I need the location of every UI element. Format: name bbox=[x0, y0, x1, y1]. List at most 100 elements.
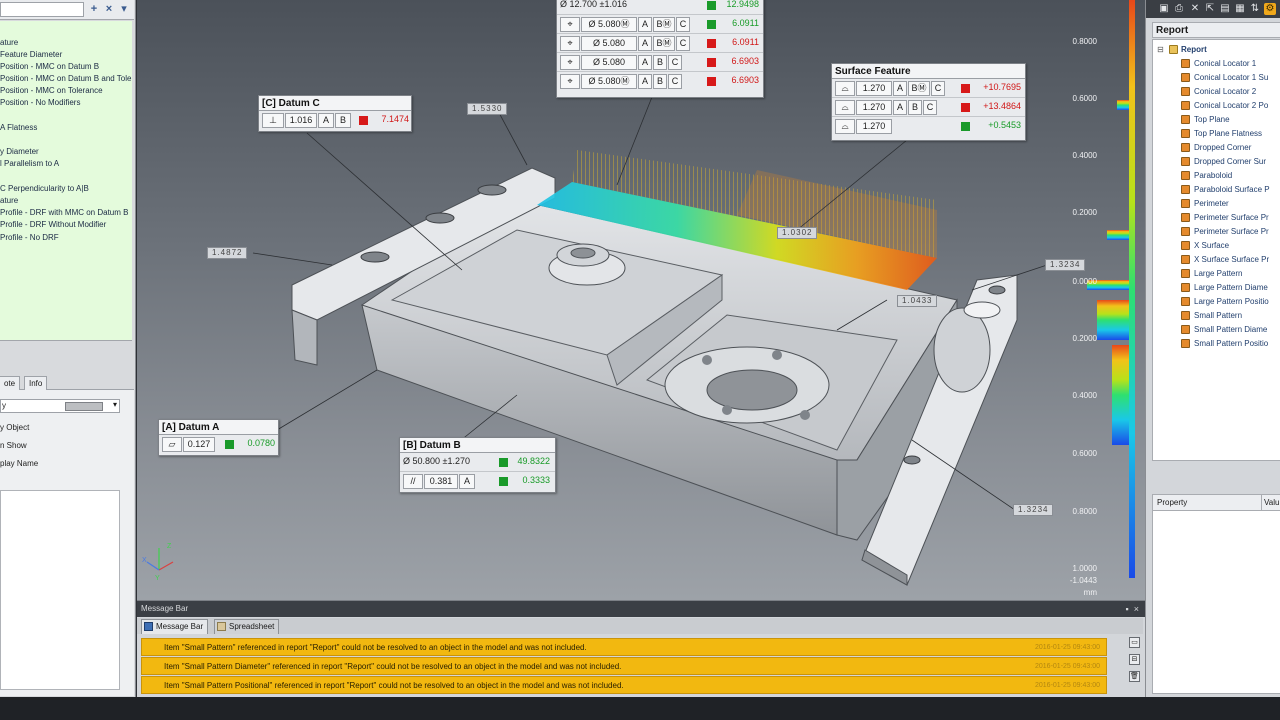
measured-value: 49.8322 bbox=[517, 456, 550, 466]
add-icon[interactable]: + bbox=[88, 3, 100, 16]
document-icon[interactable]: ▤ bbox=[1219, 3, 1231, 15]
list-item[interactable]: ature bbox=[0, 37, 18, 48]
list-item[interactable]: Position - No Modifiers bbox=[0, 97, 80, 108]
prop-label: y bbox=[2, 401, 6, 410]
deviation-tag[interactable]: 1.0302 bbox=[777, 227, 818, 239]
list-item[interactable]: C Perpendicularity to A|B bbox=[0, 183, 89, 194]
tree-root-label: Report bbox=[1181, 45, 1207, 54]
measured-value: +13.4864 bbox=[983, 101, 1021, 111]
datum-ref-cell: C bbox=[668, 74, 682, 89]
message-bar-title: Message Bar bbox=[141, 604, 189, 613]
tab-note[interactable]: ote bbox=[0, 376, 21, 390]
tolerance-cell: 1.270 bbox=[856, 81, 892, 96]
chevron-down-icon[interactable]: ▾ bbox=[118, 3, 130, 16]
folder-icon bbox=[1169, 45, 1178, 54]
list-item[interactable]: l Parallelism to A bbox=[0, 158, 59, 169]
axis-z-label: Z bbox=[167, 543, 172, 550]
deviation-tag[interactable]: 1.4872 bbox=[207, 247, 248, 259]
datum-c-callout[interactable]: [C] Datum C ⊥ 1.016 A B 7.1474 bbox=[258, 95, 412, 132]
datum-ref-cell: C bbox=[676, 17, 690, 32]
position-callout[interactable]: Ø 12.700 ±1.016 12.9498 ⌖ Ø 5.080Ⓜ A BⓂ … bbox=[556, 0, 764, 98]
warning-message[interactable]: Item "Small Pattern Positional" referenc… bbox=[141, 676, 1107, 694]
deviation-tag[interactable]: 1.0433 bbox=[897, 295, 938, 307]
note-area[interactable] bbox=[0, 490, 120, 690]
save-icon[interactable]: ▣ bbox=[1158, 3, 1170, 15]
message-bar: Message Bar ▪ × Message Bar Spreadsheet … bbox=[137, 600, 1145, 697]
scale-label: 0.2000 bbox=[1072, 208, 1097, 217]
color-select[interactable]: y ▾ bbox=[0, 399, 120, 413]
tolerance-cell: Ø 5.080 bbox=[581, 55, 637, 70]
tab-message-bar[interactable]: Message Bar bbox=[141, 619, 209, 634]
list-item[interactable]: A Flatness bbox=[0, 122, 37, 133]
sort-icon[interactable]: ⇅ bbox=[1249, 3, 1261, 15]
deviation-tag[interactable]: 1.3234 bbox=[1045, 259, 1086, 271]
datum-ref-cell: B bbox=[908, 100, 922, 115]
panel-title: Report bbox=[1152, 22, 1280, 38]
prop-label: play Name bbox=[0, 459, 39, 468]
feature-icon bbox=[1181, 185, 1190, 194]
flatness-symbol: ⏥ bbox=[162, 437, 182, 452]
close-icon[interactable]: × bbox=[1134, 604, 1139, 614]
list-item[interactable]: Profile - DRF Without Modifier bbox=[0, 219, 106, 230]
tolerance-cell: 1.270 bbox=[856, 119, 892, 134]
scale-label: 1.0000 bbox=[1072, 564, 1097, 573]
list-item[interactable]: ature bbox=[0, 195, 18, 206]
status-fail-indicator bbox=[961, 84, 970, 93]
message-tab-strip: Message Bar Spreadsheet bbox=[137, 618, 1143, 634]
measured-value: 6.6903 bbox=[731, 75, 759, 85]
report-toolbar: ▣ ⎙ ✕ ⇱ ▤ ▦ ⇅ ⚙ bbox=[1146, 0, 1280, 18]
list-item[interactable]: Position - MMC on Tolerance bbox=[0, 85, 103, 96]
deviation-tag[interactable]: 1.5330 bbox=[467, 103, 508, 115]
axis-y-label: Y bbox=[155, 575, 160, 582]
list-item[interactable]: Position - MMC on Datum B and Tole bbox=[0, 73, 131, 84]
warning-message[interactable]: Item "Small Pattern Diameter" referenced… bbox=[141, 657, 1107, 675]
measured-value: 6.6903 bbox=[731, 56, 759, 66]
warning-message[interactable]: Item "Small Pattern" referenced in repor… bbox=[141, 638, 1107, 656]
datum-ref-cell: BⓂ bbox=[653, 17, 675, 32]
feature-filter-input[interactable] bbox=[0, 2, 84, 17]
list-item[interactable]: Feature Diameter bbox=[0, 49, 62, 60]
tree-item-label: Dropped Corner bbox=[1194, 143, 1252, 152]
datum-ref-cell: B bbox=[653, 74, 667, 89]
tree-item-label: Perimeter bbox=[1194, 199, 1229, 208]
feature-icon bbox=[1181, 241, 1190, 250]
tab-spreadsheet[interactable]: Spreadsheet bbox=[214, 619, 280, 634]
pin-icon[interactable]: ▪ bbox=[1126, 604, 1129, 614]
deviation-tag[interactable]: 1.3234 bbox=[1013, 504, 1054, 516]
datum-a-callout[interactable]: [A] Datum A ⏥ 0.127 0.0780 bbox=[158, 419, 279, 456]
close-icon[interactable]: ✕ bbox=[1189, 3, 1201, 15]
3d-viewport[interactable]: Z X Y 1.5330 1.4872 1.0302 1.0433 1.3234… bbox=[137, 0, 1145, 600]
image-icon[interactable]: ▦ bbox=[1234, 3, 1246, 15]
feature-icon bbox=[1181, 325, 1190, 334]
feature-icon bbox=[1181, 283, 1190, 292]
tree-item-label: Conical Locator 2 Po bbox=[1194, 101, 1269, 110]
feature-icon bbox=[1181, 199, 1190, 208]
list-item[interactable]: y Diameter bbox=[0, 146, 39, 157]
chevron-down-icon[interactable]: ▾ bbox=[113, 400, 117, 409]
left-tab-strip: ote Info bbox=[0, 374, 134, 390]
surface-feature-callout[interactable]: Surface Feature ⌓ 1.270 A BⓂ C +10.7695 … bbox=[831, 63, 1026, 141]
datum-ref-cell: A bbox=[638, 36, 652, 51]
datum-b-callout[interactable]: [B] Datum B Ø 50.800 ±1.270 49.8322 // 0… bbox=[399, 437, 556, 493]
settings-icon[interactable]: ⚙ bbox=[1264, 3, 1276, 15]
tab-info[interactable]: Info bbox=[24, 376, 48, 390]
tree-item-label: Top Plane bbox=[1194, 115, 1230, 124]
export-icon[interactable]: ⇱ bbox=[1204, 3, 1216, 15]
position-symbol: ⌖ bbox=[560, 74, 580, 89]
list-item[interactable]: Profile - No DRF bbox=[0, 232, 59, 243]
copy-icon[interactable]: ▭ bbox=[1129, 637, 1140, 648]
clear-icon[interactable]: ⊟ bbox=[1129, 654, 1140, 665]
property-grid: Property Valu bbox=[1152, 494, 1280, 694]
datum-ref-cell: A bbox=[318, 113, 334, 128]
print-icon[interactable]: ⎙ bbox=[1173, 3, 1185, 15]
collapse-icon[interactable]: ⊟ bbox=[1157, 43, 1164, 56]
status-fail-indicator bbox=[707, 39, 716, 48]
close-icon[interactable]: × bbox=[103, 3, 115, 16]
report-panel: ▣ ⎙ ✕ ⇱ ▤ ▦ ⇅ ⚙ Report ⊟ Report Conical … bbox=[1145, 0, 1280, 697]
feature-icon bbox=[1181, 59, 1190, 68]
delete-icon[interactable]: 🗑 bbox=[1129, 671, 1140, 682]
datum-ref-cell: BⓂ bbox=[908, 81, 930, 96]
datum-ref-cell: B bbox=[653, 55, 667, 70]
list-item[interactable]: Profile - DRF with MMC on Datum B bbox=[0, 207, 128, 218]
list-item[interactable]: Position - MMC on Datum B bbox=[0, 61, 99, 72]
